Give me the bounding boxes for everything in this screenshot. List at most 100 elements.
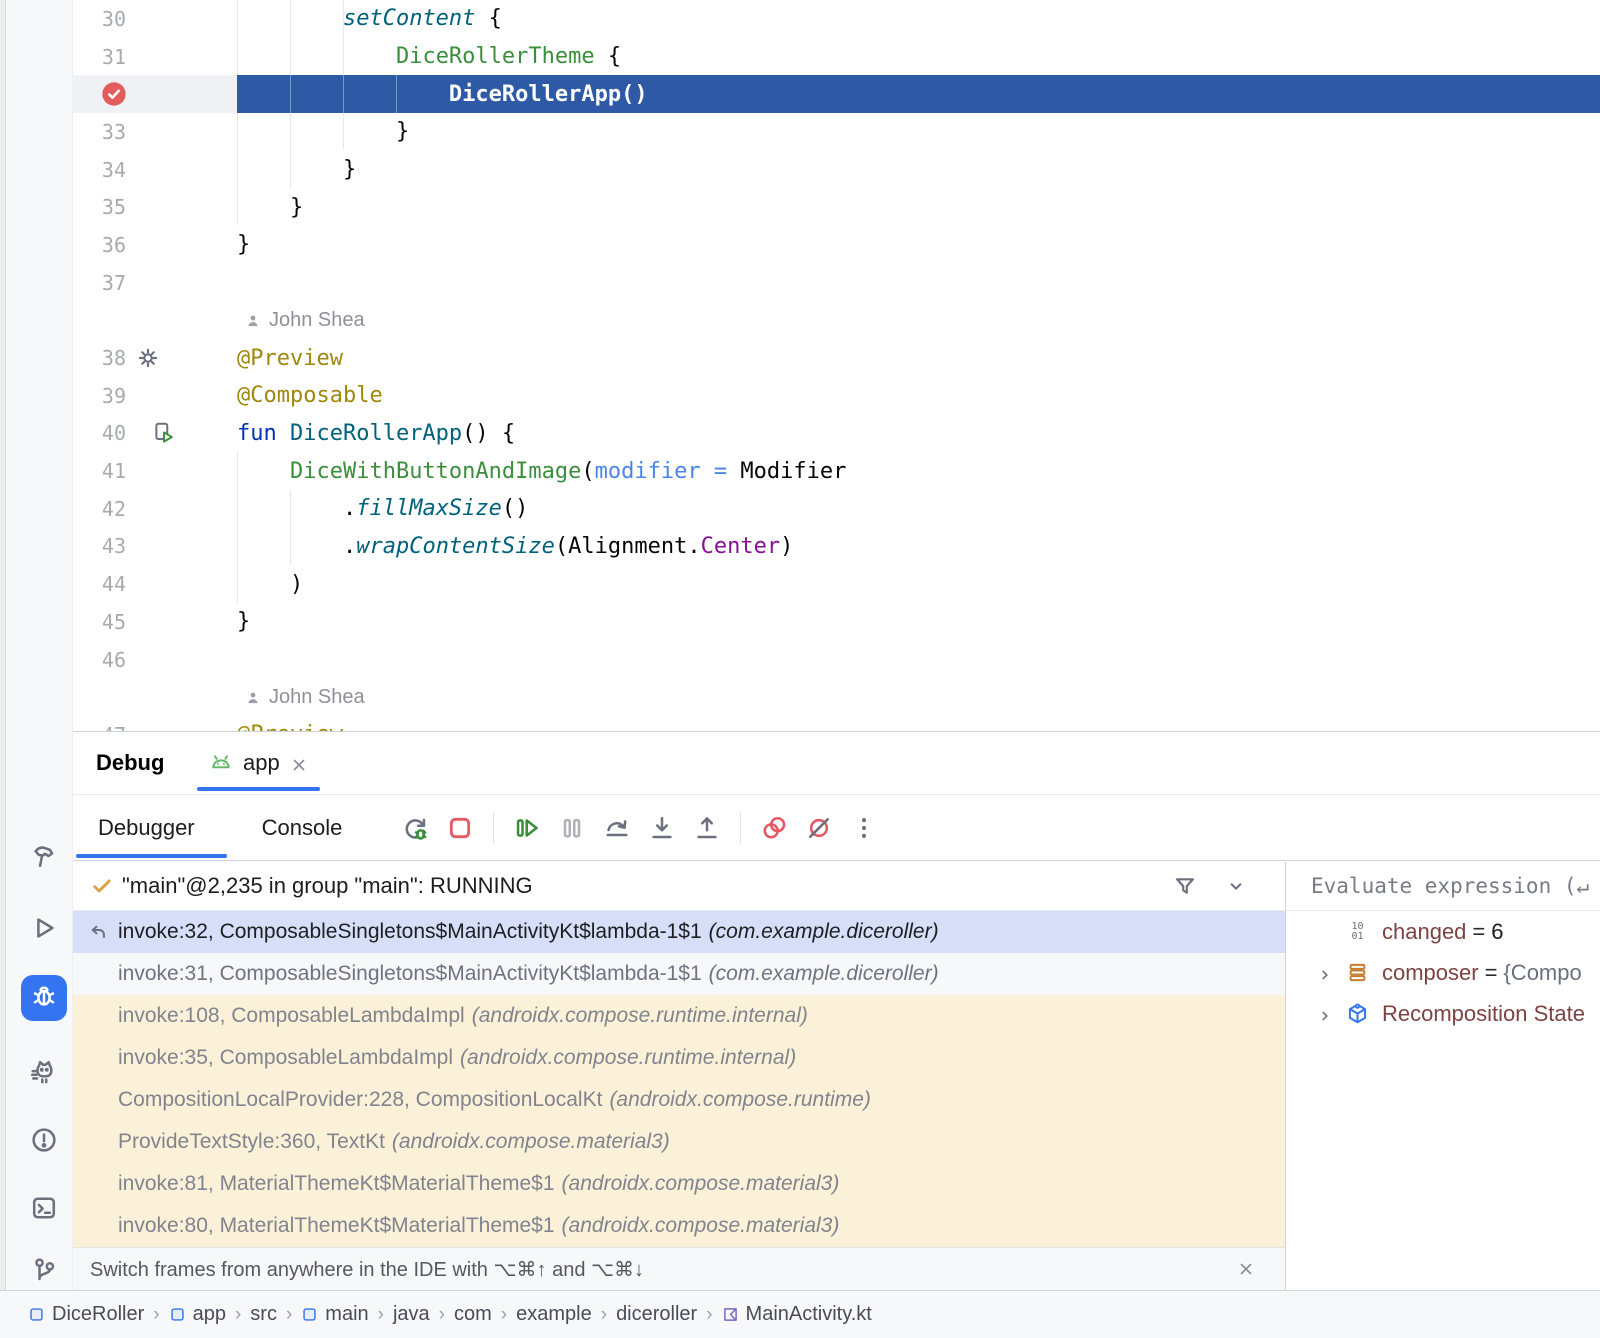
evaluate-expression-input[interactable]: Evaluate expression (↵: [1286, 862, 1600, 911]
rerun-debug-icon[interactable]: [401, 814, 429, 842]
code-line[interactable]: 39@Composable: [73, 377, 1600, 415]
code-line[interactable]: 41 DiceWithButtonAndImage(modifier = Mod…: [73, 452, 1600, 490]
thread-status-row[interactable]: "main"@2,235 in group "main": RUNNING: [73, 862, 1285, 911]
code-line[interactable]: 34 }: [73, 151, 1600, 189]
stack-frame-row[interactable]: invoke:81, MaterialThemeKt$MaterialTheme…: [73, 1163, 1285, 1205]
code-text: .fillMaxSize(): [237, 490, 1600, 528]
step-out-icon[interactable]: [693, 814, 721, 842]
sidebar-item-run[interactable]: [27, 913, 61, 947]
breadcrumb-item-example[interactable]: example: [516, 1303, 592, 1326]
frame-location: invoke:80, MaterialThemeKt$MaterialTheme…: [118, 1214, 555, 1238]
pause-icon[interactable]: [558, 814, 586, 842]
play-icon: [30, 914, 58, 947]
sidebar-item-problems[interactable]: [27, 1125, 61, 1159]
variable-row[interactable]: composer={Compo: [1286, 952, 1600, 993]
code-text: [237, 641, 1600, 679]
breadcrumb-item-main[interactable]: main: [301, 1303, 368, 1326]
code-line[interactable]: 36}: [73, 226, 1600, 264]
filter-funnel-icon[interactable]: [1173, 874, 1197, 898]
breadcrumb-label: java: [393, 1303, 430, 1326]
stack-frame-row[interactable]: invoke:35, ComposableLambdaImpl (androidx…: [73, 1037, 1285, 1079]
frame-package: (com.example.diceroller): [709, 962, 939, 986]
person-icon: [245, 312, 261, 328]
breadcrumb-item-com[interactable]: com: [454, 1303, 492, 1326]
step-over-icon[interactable]: [603, 814, 631, 842]
line-number: [73, 302, 130, 340]
code-line[interactable]: 46: [73, 641, 1600, 679]
cube-icon: [1346, 1002, 1369, 1025]
variable-row[interactable]: 1001changed=6: [1286, 911, 1600, 952]
stack-frame-row[interactable]: invoke:80, MaterialThemeKt$MaterialTheme…: [73, 1205, 1285, 1247]
preview-run-icon[interactable]: [152, 421, 176, 445]
code-line[interactable]: 42 .fillMaxSize(): [73, 490, 1600, 528]
chevron-right-icon[interactable]: [1316, 1005, 1334, 1023]
code-editor[interactable]: 30 setContent {31 DiceRollerTheme { Dice…: [73, 0, 1600, 731]
variables-list: 1001changed=6composer={CompoRecompositio…: [1286, 911, 1600, 1034]
code-line[interactable]: 44 ): [73, 565, 1600, 603]
sidebar-item-version-control[interactable]: [27, 1255, 61, 1289]
code-line[interactable]: 47@Preview: [73, 716, 1600, 731]
code-line[interactable]: 35 }: [73, 188, 1600, 226]
variables-pane: Evaluate expression (↵ 1001changed=6comp…: [1285, 862, 1600, 1291]
code-line[interactable]: DiceRollerApp(): [73, 75, 1600, 113]
chevron-down-icon[interactable]: [1225, 875, 1247, 897]
stack-frame-row[interactable]: invoke:31, ComposableSingletons$MainActi…: [73, 953, 1285, 995]
breadcrumb-item-java[interactable]: java: [393, 1303, 430, 1326]
stop-icon[interactable]: [446, 814, 474, 842]
breadcrumb-item-diceroller[interactable]: DiceRoller: [28, 1303, 144, 1326]
code-line[interactable]: 40fun DiceRollerApp() {: [73, 415, 1600, 453]
code-line[interactable]: 45}: [73, 603, 1600, 641]
gutter: [130, 490, 237, 528]
gutter: [130, 377, 237, 415]
code-line[interactable]: 31 DiceRollerTheme {: [73, 38, 1600, 76]
code-text: }: [237, 226, 1600, 264]
gutter: [130, 565, 237, 603]
more-kebab-icon[interactable]: [850, 814, 878, 842]
code-line[interactable]: 43 .wrapContentSize(Alignment.Center): [73, 528, 1600, 566]
gutter: [130, 302, 237, 340]
tool-window-stripe: [7, 0, 73, 1338]
annotation-text: John Shea: [237, 678, 1600, 716]
sidebar-item-terminal[interactable]: [27, 1193, 61, 1227]
breadcrumb-item-app[interactable]: app: [169, 1303, 226, 1326]
toolbar-separator: [740, 812, 741, 844]
frame-location: invoke:35, ComposableLambdaImpl: [118, 1046, 453, 1070]
sidebar-item-build[interactable]: [27, 841, 61, 875]
run-config-tab-app[interactable]: app: [195, 732, 322, 794]
stack-frame-row[interactable]: ProvideTextStyle:360, TextKt(androidx.co…: [73, 1121, 1285, 1163]
stack-frame-row[interactable]: invoke:108, ComposableLambdaImpl(android…: [73, 995, 1285, 1037]
gutter: [130, 678, 237, 716]
variable-row[interactable]: Recomposition State: [1286, 993, 1600, 1034]
field-icon: [1346, 961, 1369, 984]
chevron-right-icon[interactable]: [1316, 964, 1334, 982]
author-name: John Shea: [269, 686, 365, 709]
stack-frame-row[interactable]: invoke:32, ComposableSingletons$MainActi…: [73, 911, 1285, 953]
frame-location: invoke:31, ComposableSingletons$MainActi…: [118, 962, 702, 986]
sidebar-item-debug[interactable]: [21, 975, 67, 1021]
code-line[interactable]: 37: [73, 264, 1600, 302]
close-icon[interactable]: [1237, 1260, 1255, 1278]
view-breakpoints-icon[interactable]: [760, 814, 788, 842]
hammer-icon: [30, 842, 58, 875]
sidebar-item-profiler[interactable]: [27, 1057, 61, 1091]
resume-icon[interactable]: [513, 814, 541, 842]
breakpoint-icon[interactable]: [101, 81, 127, 107]
code-line[interactable]: 30 setContent {: [73, 0, 1600, 38]
line-number: 36: [73, 226, 130, 264]
breadcrumb-item-mainactivity-kt[interactable]: MainActivity.kt: [722, 1303, 872, 1326]
stack-frame-row[interactable]: CompositionLocalProvider:228, Compositio…: [73, 1079, 1285, 1121]
gutter: [130, 0, 237, 38]
tab-debugger[interactable]: Debugger: [96, 796, 197, 860]
mute-breakpoints-icon[interactable]: [805, 814, 833, 842]
code-line[interactable]: 38@Preview: [73, 339, 1600, 377]
step-into-icon[interactable]: [648, 814, 676, 842]
breadcrumb-item-diceroller[interactable]: diceroller: [616, 1303, 697, 1326]
variable-value: {Compo: [1503, 960, 1581, 986]
frame-package: (androidx.compose.runtime.internal): [460, 1046, 796, 1070]
breadcrumb-item-src[interactable]: src: [250, 1303, 277, 1326]
line-number: 34: [73, 151, 130, 189]
close-icon[interactable]: [290, 754, 308, 772]
gutter: [130, 339, 237, 377]
tab-console[interactable]: Console: [260, 796, 345, 860]
code-line[interactable]: 33 }: [73, 113, 1600, 151]
